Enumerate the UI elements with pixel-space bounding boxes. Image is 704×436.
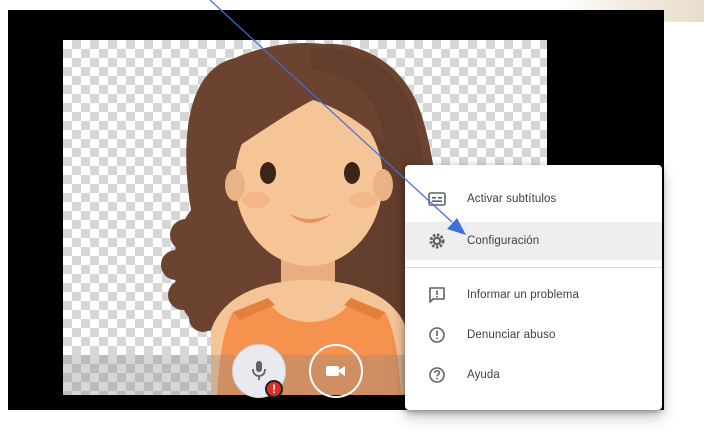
settings-gear-icon [427,231,447,251]
menu-item-label: Ayuda [467,369,500,381]
menu-item-label: Informar un problema [467,289,579,301]
menu-item-label: Activar subtítulos [467,193,557,205]
closed-captions-icon [427,189,447,209]
camera-icon [326,366,345,376]
menu-item-report-problem[interactable]: Informar un problema [405,276,662,314]
menu-item-settings[interactable]: Configuración [405,222,662,260]
menu-item-label: Configuración [467,235,540,247]
report-abuse-icon [427,325,447,345]
menu-item-captions[interactable]: Activar subtítulos [405,180,662,218]
microphone-icon [252,361,266,380]
menu-item-report-abuse[interactable]: Denunciar abuso [405,316,662,354]
microphone-button[interactable] [232,344,286,398]
menu-item-label: Denunciar abuso [467,329,556,341]
help-icon [427,365,447,385]
options-menu: Activar subtítulos Configuración Informa… [405,165,662,410]
menu-item-help[interactable]: Ayuda [405,356,662,394]
camera-button[interactable] [309,344,363,398]
menu-divider [405,267,662,268]
feedback-icon [427,285,447,305]
